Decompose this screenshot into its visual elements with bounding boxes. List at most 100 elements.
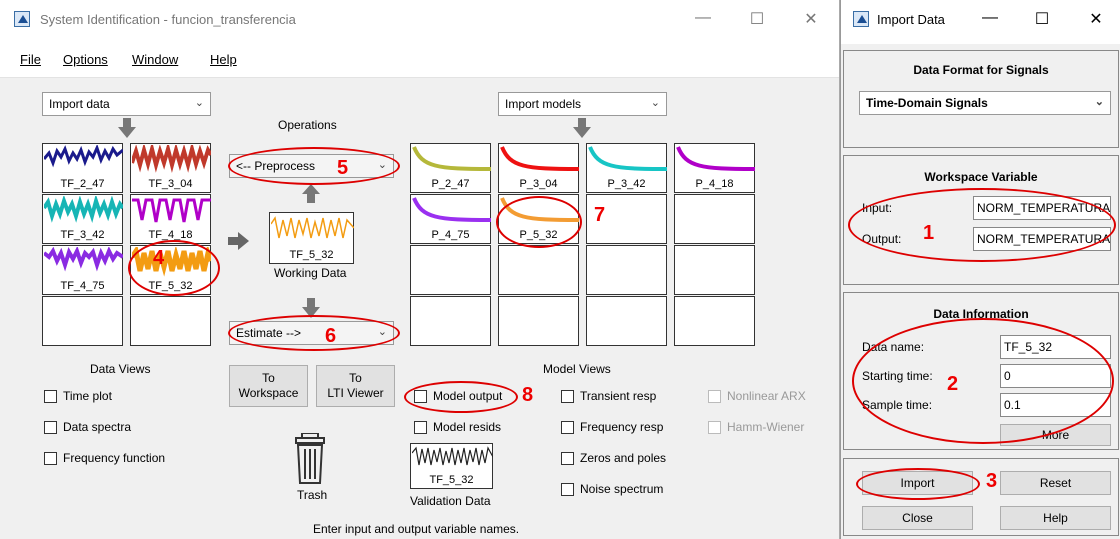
status-text: Enter input and output variable names. — [313, 522, 520, 536]
help-button[interactable]: Help — [1000, 506, 1111, 530]
close-button[interactable]: ✕ — [1081, 9, 1111, 33]
tile-label: TF_4_75 — [60, 280, 105, 292]
checkbox-box — [708, 420, 721, 434]
signal-trace — [412, 446, 493, 466]
annotation-number: 3 — [986, 470, 998, 492]
to-lti-viewer-button[interactable]: To LTI Viewer — [316, 365, 395, 407]
minimize-button[interactable]: — — [688, 9, 718, 33]
reset-button[interactable]: Reset — [1000, 471, 1111, 495]
data-spectra-checkbox[interactable]: Data spectra — [44, 420, 131, 434]
model-curve — [588, 146, 667, 171]
checkbox-box — [561, 451, 574, 465]
button-line: LTI Viewer — [327, 386, 384, 400]
model-tile-p418[interactable]: P_4_18 — [674, 143, 755, 193]
model-tile-empty[interactable] — [586, 245, 667, 295]
data-tile-tf342[interactable]: TF_3_42 — [42, 194, 123, 244]
transient-resp-checkbox[interactable]: Transient resp — [561, 389, 656, 403]
model-tile-p304[interactable]: P_3_04 — [498, 143, 579, 193]
arrow-up-icon — [302, 184, 320, 203]
title-bar: System Identification - funcion_transfer… — [0, 0, 839, 42]
annotation-number: 4 — [153, 247, 165, 269]
model-tile-p247[interactable]: P_2_47 — [410, 143, 491, 193]
signal-trace — [132, 145, 211, 173]
model-tile-empty[interactable] — [410, 245, 491, 295]
model-tile-p342[interactable]: P_3_42 — [586, 143, 667, 193]
model-resids-checkbox[interactable]: Model resids — [414, 420, 501, 434]
annotation-ellipse — [128, 240, 220, 296]
panel-heading: Data Format for Signals — [913, 63, 1049, 77]
arrow-right-icon — [228, 232, 249, 250]
zeros-poles-checkbox[interactable]: Zeros and poles — [561, 451, 666, 465]
button-line: Workspace — [238, 386, 299, 400]
checkbox-box — [44, 389, 57, 403]
system-identification-window: System Identification - funcion_transfer… — [0, 0, 840, 539]
working-data-tile[interactable]: TF_5_32 — [269, 212, 354, 264]
checkbox-label: Time plot — [63, 389, 112, 403]
checkbox-label: Model resids — [433, 420, 502, 434]
button-line: To — [349, 371, 362, 385]
trash-icon[interactable] — [294, 433, 326, 485]
model-curve — [676, 146, 755, 171]
model-tile-p475[interactable]: P_4_75 — [410, 194, 491, 244]
chevron-down-icon: ⌄ — [650, 97, 660, 109]
data-views-label: Data Views — [90, 362, 151, 376]
model-tile-empty[interactable] — [674, 194, 755, 244]
data-tile-tf304[interactable]: TF_3_04 — [130, 143, 211, 193]
window-title: System Identification - funcion_transfer… — [40, 12, 296, 27]
close-button[interactable]: ✕ — [796, 9, 826, 33]
model-tile-empty[interactable] — [586, 296, 667, 346]
import-data-label: Import data — [49, 97, 110, 111]
annotation-number: 2 — [947, 373, 959, 395]
frequency-function-checkbox[interactable]: Frequency function — [44, 451, 165, 465]
to-workspace-button[interactable]: To Workspace — [229, 365, 308, 407]
model-tile-empty[interactable] — [674, 296, 755, 346]
menu-file[interactable]: File — [20, 52, 41, 67]
hamm-wiener-checkbox[interactable]: Hamm-Wiener — [708, 420, 804, 434]
annotation-number: 5 — [337, 157, 349, 179]
model-tile-empty[interactable] — [674, 245, 755, 295]
minimize-button[interactable]: — — [975, 9, 1005, 33]
menu-help[interactable]: Help — [210, 52, 237, 67]
close-button[interactable]: Close — [862, 506, 973, 530]
model-tile-empty[interactable] — [498, 245, 579, 295]
data-tile-tf475[interactable]: TF_4_75 — [42, 245, 123, 295]
tile-label: TF_3_42 — [60, 229, 105, 241]
tile-label: TF_5_32 — [289, 249, 334, 261]
frequency-resp-checkbox[interactable]: Frequency resp — [561, 420, 663, 434]
data-tile-tf247[interactable]: TF_2_47 — [42, 143, 123, 193]
chevron-down-icon: ⌄ — [1094, 96, 1104, 108]
data-format-value: Time-Domain Signals — [866, 96, 988, 110]
checkbox-box — [561, 389, 574, 403]
data-tile-empty[interactable] — [130, 296, 211, 346]
signal-trace — [271, 216, 354, 239]
maximize-button[interactable]: ☐ — [742, 9, 772, 33]
button-line: To — [262, 371, 275, 385]
checkbox-box — [561, 420, 574, 434]
import-models-dropdown[interactable]: Import models ⌄ — [498, 92, 667, 116]
maximize-button[interactable]: ☐ — [1027, 9, 1057, 33]
trash-label: Trash — [297, 488, 328, 502]
working-data-label: Working Data — [274, 266, 347, 280]
checkbox-box — [414, 420, 427, 434]
import-models-label: Import models — [505, 97, 582, 111]
data-tile-tf418[interactable]: TF_4_18 — [130, 194, 211, 244]
data-tile-empty[interactable] — [42, 296, 123, 346]
tile-label: P_4_18 — [695, 178, 734, 190]
tile-label: P_3_42 — [607, 178, 646, 190]
noise-spectrum-checkbox[interactable]: Noise spectrum — [561, 482, 663, 496]
import-data-dropdown[interactable]: Import data ⌄ — [42, 92, 211, 116]
time-plot-checkbox[interactable]: Time plot — [44, 389, 112, 403]
model-tile-empty[interactable] — [410, 296, 491, 346]
menu-options[interactable]: Options — [63, 52, 108, 67]
window-title: Import Data — [877, 12, 945, 27]
model-tile-empty[interactable] — [498, 296, 579, 346]
validation-data-tile[interactable]: TF_5_32 — [410, 443, 493, 489]
menu-window[interactable]: Window — [132, 52, 178, 67]
title-bar: Import Data — ☐ ✕ — [841, 0, 1120, 44]
annotation-ellipse — [496, 196, 582, 248]
data-format-panel: Data Format for Signals Time-Domain Sign… — [843, 50, 1119, 148]
signal-trace — [44, 196, 123, 223]
data-format-dropdown[interactable]: Time-Domain Signals ⌄ — [859, 91, 1111, 115]
checkbox-label: Hamm-Wiener — [727, 420, 805, 434]
nonlinear-arx-checkbox[interactable]: Nonlinear ARX — [708, 389, 806, 403]
